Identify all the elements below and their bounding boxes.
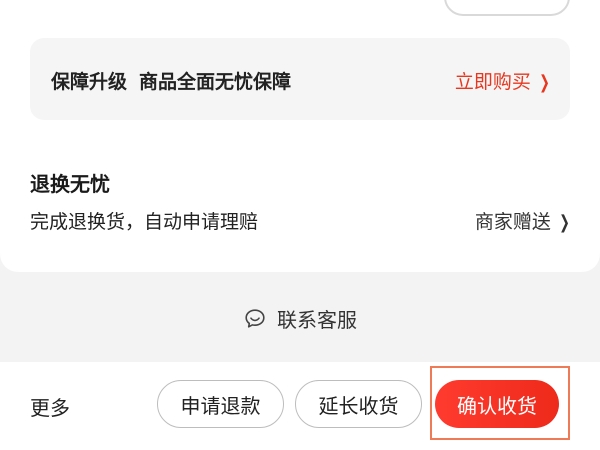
merchant-gift-label: 商家赠送 [474,211,551,233]
chevron-right-icon: ❯ [559,212,570,233]
contact-service-label: 联系客服 [277,308,357,332]
contact-service-button[interactable]: 联系客服 [243,304,357,333]
guarantee-banner[interactable]: 保障升级 商品全面无忧保障 立即购买 ❯ [30,38,570,120]
confirm-receipt-button[interactable]: 确认收货 [435,380,559,428]
order-card: 保障升级 商品全面无忧保障 立即购买 ❯ 退换无忧 完成退换货，自动申请理赔 商家赠… [0,0,600,272]
guarantee-subtitle: 商品全面无忧保障 [139,71,292,93]
chat-bubble-icon [245,308,265,328]
return-worry-free-title: 退换无忧 [30,172,110,196]
buy-now-label: 立即购买 [454,71,531,93]
apply-refund-button[interactable]: 申请退款 [157,380,284,428]
more-button[interactable]: 更多 [30,392,70,421]
contact-service-row: 联系客服 [0,304,600,336]
order-detail-screen: 保障升级 商品全面无忧保障 立即购买 ❯ 退换无忧 完成退换货，自动申请理赔 商家赠… [0,0,600,450]
chevron-right-icon: ❯ [539,72,550,93]
return-worry-free-description: 完成退换货，自动申请理赔 [30,211,259,233]
buy-now-link[interactable]: 立即购买 ❯ [455,67,552,94]
extend-receipt-button[interactable]: 延长收货 [295,380,422,428]
merchant-gift-link[interactable]: 商家赠送 ❯ [475,207,572,234]
guarantee-text: 保障升级 商品全面无忧保障 [51,67,291,94]
partial-top-button[interactable] [444,0,570,16]
bottom-action-bar: 更多 申请退款 延长收货 确认收货 [0,362,600,450]
guarantee-title: 保障升级 [51,71,128,93]
